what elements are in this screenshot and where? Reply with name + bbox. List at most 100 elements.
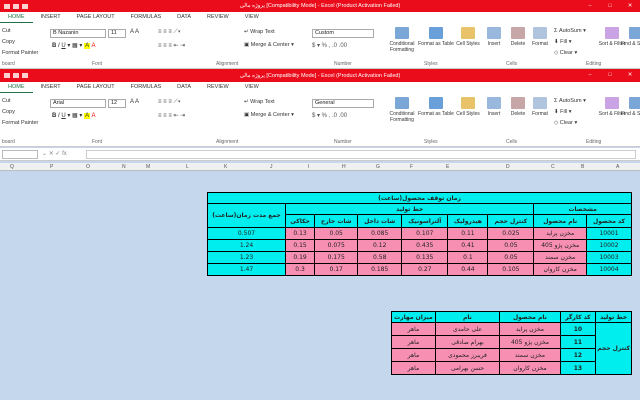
skill-cell[interactable]: ماهر [391, 322, 436, 336]
sum-cell[interactable]: 1.23 [207, 251, 286, 264]
minimize-icon[interactable]: – [580, 69, 600, 81]
sum-cell[interactable]: 0.507 [207, 227, 286, 240]
number-format-icons[interactable]: $ ▾ % , .0 .00 [312, 42, 347, 49]
column-header[interactable]: H [342, 164, 346, 170]
autosum-button[interactable]: Σ AutoSum ▾ [554, 28, 586, 34]
wrap-text-button[interactable]: ↵ Wrap Text [244, 29, 275, 35]
copy-button[interactable]: Copy [2, 109, 15, 115]
align-top-icons[interactable]: ≡ ≡ ≡ ⟋▾ [158, 29, 181, 36]
tab-home[interactable]: HOME [0, 12, 33, 23]
column-header[interactable]: O [86, 164, 90, 170]
value-cell[interactable]: 0.135 [401, 251, 449, 264]
font-style-buttons[interactable]: B I U ▾ ▦ ▾ A A [52, 112, 95, 119]
merge-center-button[interactable]: ▣ Merge & Center ▾ [244, 112, 294, 118]
sum-cell[interactable]: 1.47 [207, 263, 286, 276]
worker-code-cell[interactable]: 13 [559, 361, 597, 375]
skill-cell[interactable]: ماهر [391, 361, 436, 375]
column-header[interactable]: D [506, 164, 510, 170]
product-code-cell[interactable]: 10002 [586, 239, 632, 252]
worker-name-cell[interactable]: حسن بهرامی [434, 361, 501, 375]
product-code-cell[interactable]: 10004 [586, 263, 632, 276]
quick-access-toolbar-2[interactable] [4, 69, 28, 81]
tab-insert[interactable]: INSERT [33, 12, 69, 23]
product-name-cell[interactable]: مخزن کاروان [499, 361, 561, 375]
worker-name-cell[interactable]: بهرام صادقی [434, 335, 501, 349]
fill-button[interactable]: ⬇ Fill ▾ [554, 39, 571, 45]
skill-cell[interactable]: ماهر [391, 335, 436, 349]
wrap-text-button[interactable]: ↵ Wrap Text [244, 99, 275, 105]
font-name-combo[interactable]: Arial [50, 99, 106, 108]
format-painter-button[interactable]: Format Painter [2, 120, 38, 126]
column-header[interactable]: M [146, 164, 150, 170]
grow-font-icon[interactable]: A A [130, 99, 139, 105]
value-cell[interactable]: 0.27 [401, 263, 449, 276]
autosum-button[interactable]: Σ AutoSum ▾ [554, 98, 586, 104]
tab-data[interactable]: DATA [169, 82, 199, 93]
worker-code-cell[interactable]: 10 [559, 322, 597, 336]
product-name-cell[interactable]: مخزن پژو 405 [533, 239, 587, 252]
quick-access-toolbar[interactable] [4, 0, 28, 12]
font-name-combo[interactable]: B Nazanin [50, 29, 106, 38]
close-icon[interactable]: ✕ [620, 0, 640, 12]
clear-button[interactable]: ◇ Clear ▾ [554, 120, 577, 126]
copy-button[interactable]: Copy [2, 39, 15, 45]
sheet-grid[interactable]: زمان توقف محصول(ساعت) جمع مدت زمان(ساعت)… [0, 171, 640, 400]
tab-formulas[interactable]: FORMULAS [123, 12, 170, 23]
value-cell[interactable]: 0.085 [357, 227, 403, 240]
column-header[interactable]: I [308, 164, 309, 170]
value-cell[interactable]: 0.17 [314, 263, 359, 276]
format-painter-button[interactable]: Format Painter [2, 50, 38, 56]
value-cell[interactable]: 0.175 [314, 251, 359, 264]
tab-home[interactable]: HOME [0, 82, 33, 93]
value-cell[interactable]: 0.025 [487, 227, 535, 240]
format-as-table-button[interactable]: Format as Table [418, 27, 454, 47]
value-cell[interactable]: 0.19 [284, 251, 316, 264]
column-header[interactable]: N [122, 164, 126, 170]
worker-code-cell[interactable]: 11 [559, 335, 597, 349]
worker-name-cell[interactable]: علی حامدی [434, 322, 501, 336]
value-cell[interactable]: 0.12 [357, 239, 403, 252]
minimize-icon[interactable]: – [580, 0, 600, 12]
grow-font-icon[interactable]: A A [130, 29, 139, 35]
value-cell[interactable]: 0.05 [487, 251, 535, 264]
format-cells-button[interactable]: Format [522, 97, 558, 117]
tab-page-layout[interactable]: PAGE LAYOUT [69, 82, 123, 93]
formula-input[interactable] [86, 150, 636, 159]
product-name-cell[interactable]: مخزن پراید [533, 227, 587, 240]
clear-button[interactable]: ◇ Clear ▾ [554, 50, 577, 56]
tab-review[interactable]: REVIEW [199, 12, 237, 23]
column-header[interactable]: Q [10, 164, 14, 170]
column-header[interactable]: K [224, 164, 227, 170]
find-select-button[interactable]: Find & Select [618, 27, 640, 47]
fill-button[interactable]: ⬇ Fill ▾ [554, 109, 571, 115]
value-cell[interactable]: 0.3 [284, 263, 316, 276]
align-horizontal-icons[interactable]: ≡ ≡ ≡ ⇤ ⇥ [158, 42, 185, 49]
value-cell[interactable]: 0.1 [447, 251, 489, 264]
product-name-cell[interactable]: مخزن پژو 405 [499, 335, 561, 349]
maximize-icon[interactable]: □ [600, 0, 620, 12]
production-line-cell[interactable]: کنترل حجم [595, 322, 632, 375]
name-box[interactable] [2, 150, 38, 159]
value-cell[interactable]: 0.435 [401, 239, 449, 252]
tab-view[interactable]: VIEW [237, 12, 267, 23]
font-size-combo[interactable]: 12 [108, 99, 126, 108]
tab-view[interactable]: VIEW [237, 82, 267, 93]
value-cell[interactable]: 0.13 [284, 227, 316, 240]
worker-code-cell[interactable]: 12 [559, 348, 597, 362]
formula-bar[interactable]: ⌄ ✕ ✓ fx [0, 148, 640, 161]
value-cell[interactable]: 0.41 [447, 239, 489, 252]
fx-icon[interactable]: ⌄ ✕ ✓ fx [42, 150, 67, 157]
column-header[interactable]: P [50, 164, 53, 170]
product-name-cell[interactable]: مخزن پراید [499, 322, 561, 336]
value-cell[interactable]: 0.107 [401, 227, 449, 240]
column-header[interactable]: E [446, 164, 449, 170]
cut-button[interactable]: Cut [2, 28, 11, 34]
conditional-formatting-button[interactable]: Conditional Formatting [384, 97, 420, 123]
format-as-table-button[interactable]: Format as Table [418, 97, 454, 117]
cut-button[interactable]: Cut [2, 98, 11, 104]
conditional-formatting-button[interactable]: Conditional Formatting [384, 27, 420, 53]
value-cell[interactable]: 0.05 [314, 227, 359, 240]
column-header[interactable]: F [410, 164, 413, 170]
find-select-button[interactable]: Find & Select [618, 97, 640, 117]
value-cell[interactable]: 0.15 [284, 239, 316, 252]
